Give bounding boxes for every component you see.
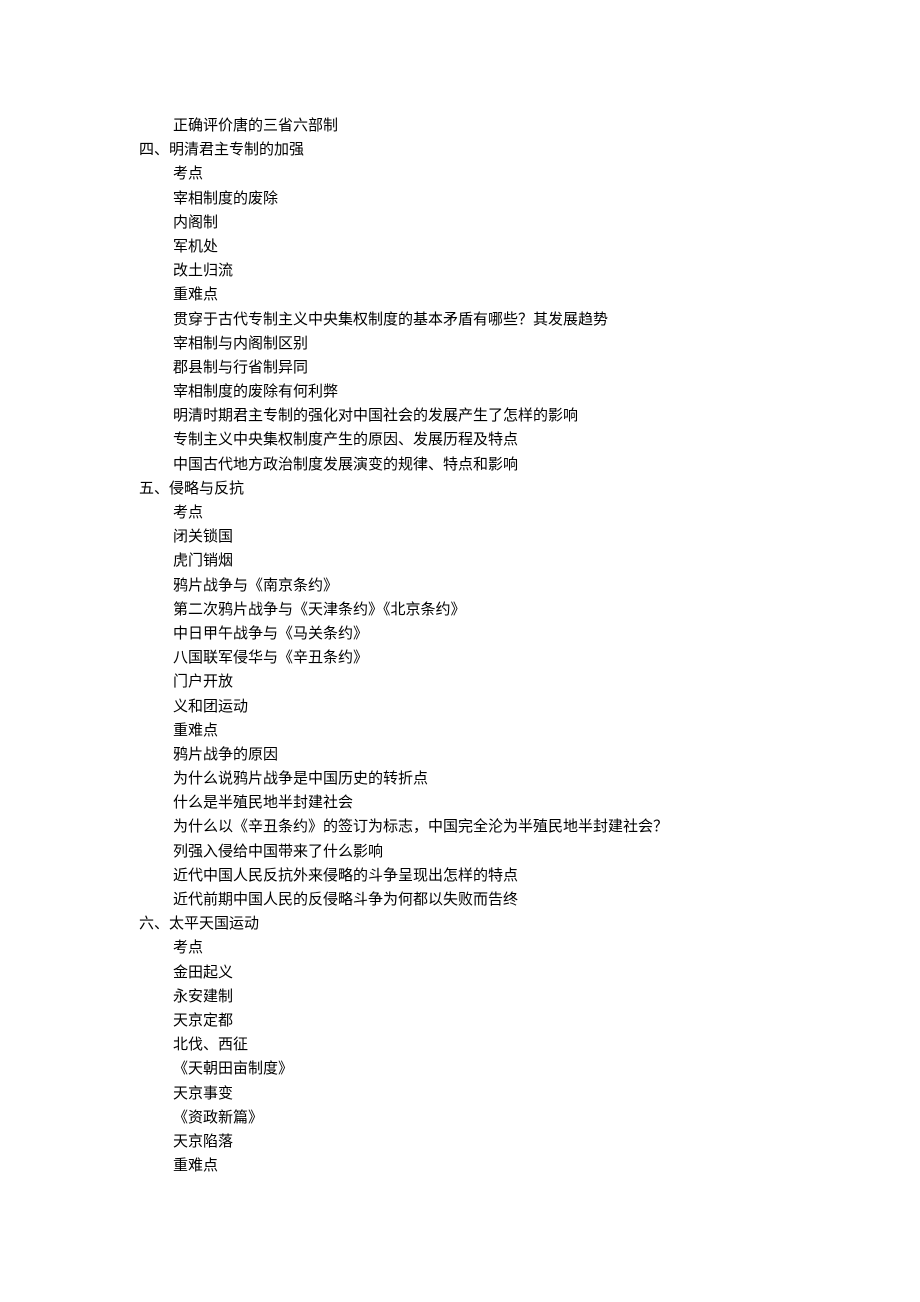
outline-item: 重难点: [173, 720, 219, 739]
outline-item: 中国古代地方政治制度发展演变的规律、特点和影响: [173, 454, 519, 473]
outline-item: 鸦片战争与《南京条约》: [173, 575, 339, 594]
outline-item: 明清时期君主专制的强化对中国社会的发展产生了怎样的影响: [173, 406, 579, 425]
outline-item: 近代中国人民反抗外来侵略的斗争呈现出怎样的特点: [173, 865, 519, 884]
section-heading: 五、侵略与反抗: [139, 478, 245, 497]
outline-item: 宰相制度的废除: [173, 188, 279, 207]
outline-item: 贯穿于古代专制主义中央集权制度的基本矛盾有哪些？其发展趋势: [173, 309, 609, 328]
outline-item: 门户开放: [173, 672, 234, 691]
outline-item: 列强入侵给中国带来了什么影响: [173, 841, 384, 860]
outline-item: 天京事变: [173, 1083, 234, 1102]
outline-item: 郡县制与行省制异同: [173, 357, 309, 376]
section-heading: 六、太平天国运动: [139, 914, 260, 933]
outline-item: 改土归流: [173, 261, 234, 280]
outline-item: 金田起义: [173, 962, 234, 981]
outline-item: 《资政新篇》: [173, 1107, 264, 1126]
outline-item: 八国联军侵华与《辛丑条约》: [173, 648, 369, 667]
outline-item: 宰相制度的废除有何利弊: [173, 382, 339, 401]
outline-item: 天京陷落: [173, 1131, 234, 1150]
outline-item: 天京定都: [173, 1010, 234, 1029]
outline-item: 重难点: [173, 285, 219, 304]
section-heading: 四、明清君主专制的加强: [139, 140, 305, 159]
document-body: 正确评价唐的三省六部制 四、明清君主专制的加强 考点 宰相制度的废除 内阁制 军机处 改土归…: [139, 113, 839, 1177]
outline-item: 军机处: [173, 236, 219, 255]
outline-item: 专制主义中央集权制度产生的原因、发展历程及特点: [173, 430, 519, 449]
outline-item: 《天朝田亩制度》: [173, 1059, 294, 1078]
outline-item: 考点: [173, 938, 204, 957]
outline-item: 北伐、西征: [173, 1035, 249, 1054]
outline-item: 考点: [173, 164, 204, 183]
outline-item: 正确评价唐的三省六部制: [173, 116, 339, 134]
outline-item: 义和团运动: [173, 696, 249, 715]
outline-item: 第二次鸦片战争与《天津条约》《北京条约》: [173, 599, 466, 618]
outline-item: 什么是半殖民地半封建社会: [173, 793, 354, 812]
outline-item: 中日甲午战争与《马关条约》: [173, 623, 369, 642]
outline-item: 内阁制: [173, 212, 219, 231]
outline-item: 为什么以《辛丑条约》的签订为标志，中国完全沦为半殖民地半封建社会？: [173, 817, 669, 836]
outline-item: 虎门销烟: [173, 551, 234, 570]
outline-item: 近代前期中国人民的反侵略斗争为何都以失败而告终: [173, 890, 519, 908]
outline-item: 闭关锁国: [173, 527, 234, 546]
outline-item: 宰相制与内阁制区别: [173, 333, 309, 352]
outline-item: 鸦片战争的原因: [173, 744, 279, 763]
outline-item: 为什么说鸦片战争是中国历史的转折点: [173, 769, 429, 788]
outline-item: 考点: [173, 503, 204, 521]
outline-item: 重难点: [173, 1156, 219, 1175]
outline-item: 永安建制: [173, 986, 234, 1005]
